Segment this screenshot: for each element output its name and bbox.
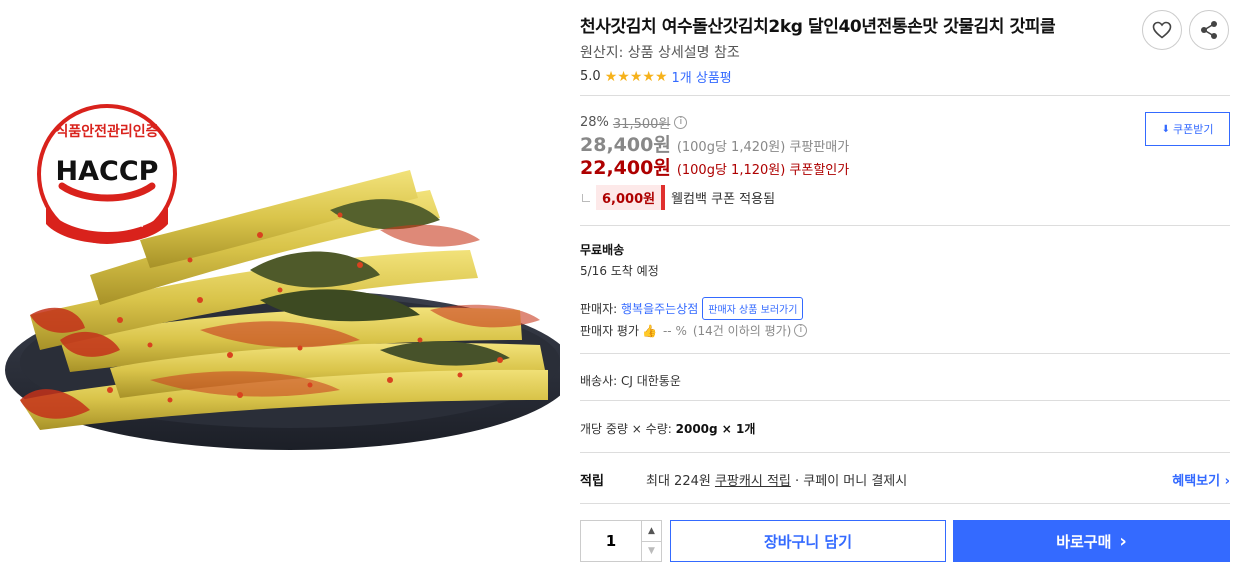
quantity-increase-button[interactable]: ▲ [642, 521, 661, 541]
rating-score: 5.0 [580, 69, 601, 84]
seller-rating-value: -- % [662, 323, 687, 338]
seller-rating-row: 판매자 평가 👍 -- % (14건 이하의 평가) i [580, 322, 808, 339]
star-icon: ★ [617, 68, 630, 85]
coupang-cash-link[interactable]: 쿠팡캐시 적립 [715, 474, 791, 489]
star-icon: ★ [629, 68, 643, 85]
product-image: 식품안전관리인증 HACCP 식품의약품안전처 [0, 100, 560, 470]
coupon-download-label: 쿠폰받기 [1172, 123, 1214, 136]
haccp-top-text: 식품안전관리인증 [55, 123, 158, 140]
chevron-up-icon: ▲ [648, 525, 655, 536]
seller-rating-note: (14건 이하의 평가) [692, 324, 792, 338]
quantity-decrease-button[interactable]: ▼ [642, 540, 661, 562]
star-icon: ★ [642, 68, 655, 85]
wishlist-button[interactable] [1142, 10, 1182, 50]
seller-name-link[interactable]: 행복을주는상점 [621, 300, 698, 317]
divider [580, 225, 1230, 226]
reward-row: 적립 최대 224원 쿠팡캐시 적립 · 쿠페이 머니 결제시 혜택보기 › [580, 470, 1230, 489]
spec-value: 2000g × 1개 [675, 422, 756, 436]
spec-row: 개당 중량 × 수량: 2000g × 1개 [580, 420, 755, 437]
seller-label: 판매자: [580, 302, 618, 316]
chevron-right-icon: › [1119, 530, 1127, 552]
welcome-coupon-text: 웰컴백 쿠폰 적용됨 [671, 192, 776, 207]
coupon-price: 22,400원 [580, 157, 671, 179]
reward-label: 적립 [580, 474, 604, 489]
star-icon: ★ [654, 68, 668, 85]
corner-indicator [582, 193, 590, 202]
seller-products-button[interactable]: 판매자 상품 보러가기 [702, 297, 804, 320]
seller-row: 판매자: 행복을주는상점 판매자 상품 보러가기 [580, 297, 804, 320]
share-icon [1201, 21, 1217, 39]
benefit-link[interactable]: 혜택보기 › [1172, 470, 1230, 489]
origin-info: 원산지: 상품 상세설명 참조 [580, 45, 740, 61]
product-title: 천사갓김치 여수돌산갓김치2kg 달인40년전통손맛 갓물김치 갓피클 [580, 17, 1056, 37]
add-to-cart-button[interactable]: 장바구니 담기 [670, 520, 946, 562]
star-icon: ★ [604, 68, 618, 85]
free-shipping-label: 무료배송 [580, 243, 625, 257]
divider [580, 503, 1230, 504]
divider [580, 400, 1230, 401]
review-count-link[interactable]: 1개 상품평 [672, 67, 732, 86]
rating-row: 5.0 ★ ★ ★ ★ ★ 1개 상품평 [580, 67, 732, 86]
heart-icon [1152, 21, 1172, 39]
seller-rating-label: 판매자 평가 [580, 324, 640, 338]
buy-now-label: 바로구매 [1056, 532, 1112, 551]
chevron-down-icon: ▼ [648, 546, 655, 557]
haccp-badge: 식품안전관리인증 HACCP 식품의약품안전처 [37, 104, 177, 244]
haccp-bottom-text: 식품의약품안전처 [70, 216, 144, 229]
download-icon: ⬇ [1161, 123, 1170, 135]
thumbs-up-icon: 👍 [642, 323, 657, 338]
haccp-logo-text: HACCP [56, 156, 159, 187]
share-button[interactable] [1189, 10, 1229, 50]
discount-rate: 28% [580, 115, 609, 130]
arrival-date: 5/16 도착 예정 [580, 264, 659, 278]
coupon-unit-price: (100g당 1,120원) 쿠폰할인가 [676, 163, 850, 178]
quantity-stepper-buttons: ▲ ▼ [641, 521, 661, 561]
quantity-input[interactable] [581, 521, 641, 561]
welcome-coupon-amount: 6,000원 [596, 185, 666, 210]
quantity-stepper: ▲ ▼ [580, 520, 662, 562]
reward-amount: 최대 224원 [646, 474, 711, 489]
info-icon[interactable]: i [794, 324, 808, 337]
welcome-coupon-row: 6,000원 웰컴백 쿠폰 적용됨 [580, 185, 775, 210]
shipper-info: 배송사: CJ 대한통운 [580, 374, 681, 388]
reward-suffix: · 쿠페이 머니 결제시 [790, 474, 908, 489]
coupon-price-row: 22,400원 (100g당 1,120원) 쿠폰할인가 [580, 153, 849, 180]
coupon-download-button[interactable]: ⬇ 쿠폰받기 [1145, 112, 1230, 146]
rating-stars: ★ ★ ★ ★ ★ [605, 70, 668, 84]
divider [580, 452, 1230, 453]
buy-now-button[interactable]: 바로구매 › [953, 520, 1230, 562]
divider [580, 353, 1230, 354]
spec-label: 개당 중량 × 수량: [580, 422, 672, 436]
reward-text: 최대 224원 쿠팡캐시 적립 · 쿠페이 머니 결제시 [646, 470, 907, 489]
divider [580, 95, 1230, 96]
info-icon[interactable]: i [674, 116, 688, 129]
